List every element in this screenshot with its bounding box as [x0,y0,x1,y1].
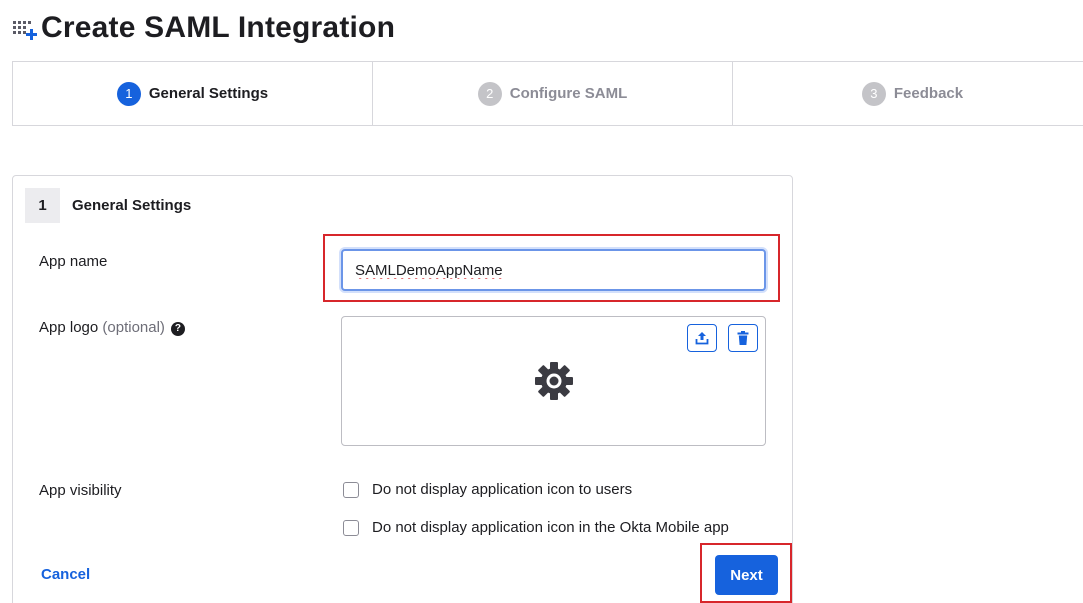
step-number: 1 [116,81,141,106]
card-title: General Settings [72,197,192,214]
cancel-link[interactable]: Cancel [41,566,90,583]
step-label: General Settings [148,85,269,102]
hide-icon-users-option: Do not display application icon to users [343,481,632,498]
step-label: Configure SAML [509,85,628,102]
step-feedback[interactable]: 3 Feedback [733,62,1083,125]
app-logo-label: App logo (optional)? [39,319,185,336]
stepper: 1 General Settings 2 Configure SAML 3 Fe… [12,61,1083,126]
general-settings-card: 1 General Settings App name App logo (op… [12,175,793,603]
page-header: Create SAML Integration [12,8,395,48]
app-logo-label-text: App logo [39,319,99,336]
checkbox-label: Do not display application icon to users [372,481,633,498]
step-label: Feedback [893,85,964,102]
app-name-input[interactable] [341,249,766,291]
app-logo-dropzone[interactable] [341,316,766,446]
optional-tag: (optional) [102,319,165,336]
delete-logo-button[interactable] [728,324,758,352]
step-number: 2 [477,81,502,106]
card-step-number: 1 [25,188,60,223]
hide-icon-users-checkbox[interactable] [343,481,359,498]
app-name-label: App name [39,253,108,270]
hide-icon-mobile-option: Do not display application icon in the O… [343,519,729,536]
help-icon[interactable]: ? [170,322,185,336]
upload-icon [695,332,709,345]
gear-icon [535,362,573,400]
checkbox-label: Do not display application icon in the O… [372,519,729,536]
card-header: 1 General Settings [25,188,191,223]
upload-logo-button[interactable] [687,324,717,352]
step-general-settings[interactable]: 1 General Settings [13,62,373,125]
hide-icon-mobile-checkbox[interactable] [343,519,359,536]
trash-icon [737,331,749,345]
apps-add-icon [13,21,37,40]
app-visibility-label: App visibility [39,482,122,499]
step-configure-saml[interactable]: 2 Configure SAML [373,62,733,125]
step-number: 3 [861,81,886,106]
next-button[interactable]: Next [715,555,778,595]
page-title: Create SAML Integration [41,11,396,44]
